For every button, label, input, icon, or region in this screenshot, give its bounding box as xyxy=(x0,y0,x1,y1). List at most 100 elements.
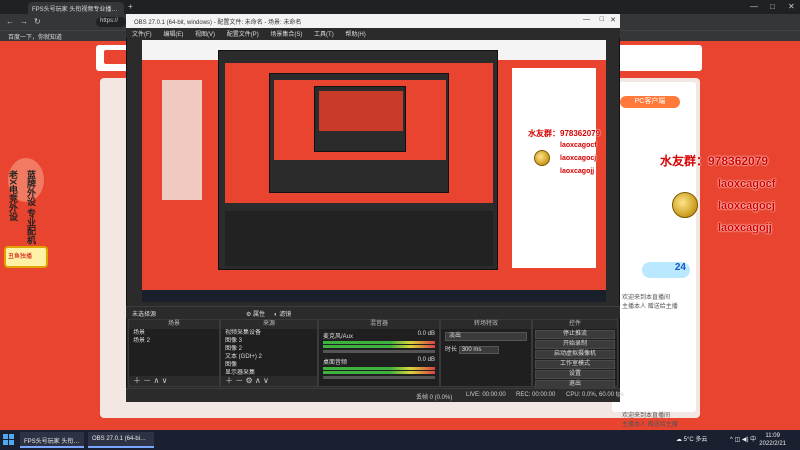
gear-icon[interactable]: ⚙ xyxy=(245,376,252,385)
stop-streaming-button[interactable]: 停止推流 xyxy=(535,330,615,339)
start-virtual-camera-button[interactable]: 启动虚拟摄像机 xyxy=(535,350,615,359)
pc-client-button[interactable]: PC客户端 xyxy=(620,96,680,108)
studio-mode-button[interactable]: 工作室模式 xyxy=(535,360,615,369)
scene-item[interactable]: 场景 xyxy=(129,329,219,337)
overlay-id-3: laoxcagojj xyxy=(718,222,772,234)
overlay-id-small-2: laoxcagocj xyxy=(560,155,597,162)
close-icon[interactable]: ✕ xyxy=(788,2,795,11)
chat-user[interactable]: 主播本人 xyxy=(622,422,646,428)
pc-client-label: PC客户端 xyxy=(634,98,666,105)
refresh-icon[interactable]: ↻ xyxy=(34,17,41,26)
taskbar-clock[interactable]: 11:09 2022/2/21 xyxy=(759,432,786,448)
duration-input[interactable]: 300 ms xyxy=(458,346,499,354)
menu-edit[interactable]: 编辑(E) xyxy=(163,32,183,38)
chat-panel: PC客户端 24 欢迎来到本直播间 主播本人 赠送给主播 欢迎来到本直播间 主播… xyxy=(612,82,696,428)
forward-icon[interactable]: → xyxy=(20,17,28,26)
source-item[interactable]: 图像 2 xyxy=(221,345,317,353)
promo-badge[interactable]: 丑鱼独播 xyxy=(4,246,48,268)
chat-line: 主播本人 赠送给主播 xyxy=(622,301,678,310)
move-up-icon[interactable]: ∧ xyxy=(255,376,261,385)
taskbar-app-browser[interactable]: FPS头号玩家 头衔… xyxy=(20,432,84,448)
bookmark-baidu[interactable]: 百度一下，你就知道 xyxy=(8,32,62,41)
no-source-label: 未选择源 xyxy=(132,312,157,318)
left-banner-text: 老X电竞外设 蓝牌外设 专业配机 xyxy=(8,170,36,245)
scenes-title: 场景 xyxy=(129,320,219,329)
maximize-icon[interactable]: □ xyxy=(770,2,775,11)
nested-obs-3 xyxy=(314,86,406,152)
obs-maximize-icon[interactable]: □ xyxy=(600,16,604,23)
move-up-icon[interactable]: ∧ xyxy=(153,376,159,385)
start-recording-button[interactable]: 开始录制 xyxy=(535,340,615,349)
source-item[interactable]: 文本 (GDI+) 2 xyxy=(221,353,317,361)
move-down-icon[interactable]: ∨ xyxy=(162,376,168,385)
obs-minimize-icon[interactable]: — xyxy=(583,16,590,23)
controls-dock: 控件 停止推流 开始录制 启动虚拟摄像机 工作室模式 设置 退出 xyxy=(532,319,618,389)
menu-tools[interactable]: 工具(T) xyxy=(314,32,334,38)
transition-select[interactable]: 淡出 xyxy=(445,332,527,341)
add-icon[interactable]: ＋ xyxy=(225,376,233,385)
preview-left-banner xyxy=(162,80,202,200)
volume-meter xyxy=(323,367,435,370)
obs-close-icon[interactable]: ✕ xyxy=(610,16,616,24)
rec-timer: REC: 00:00:00 xyxy=(516,392,556,398)
banner-line-1: 老X电竞外设 xyxy=(8,170,18,222)
menu-help[interactable]: 帮助(H) xyxy=(345,32,365,38)
channel-header: 桌面音频 0.0 dB xyxy=(323,357,435,366)
chat-line: 欢迎来到本直播间 xyxy=(622,413,671,419)
transitions-dock: 转场特效 淡出 时长 300 ms xyxy=(440,319,532,387)
settings-button[interactable]: 设置 xyxy=(535,370,615,379)
obs-title: OBS 27.0.1 (64-bit, windows) - 配置文件: 未命名… xyxy=(134,20,302,26)
menu-scene-collection[interactable]: 场景集合(S) xyxy=(270,32,302,38)
menu-profile[interactable]: 配置文件(P) xyxy=(227,32,259,38)
address-bar[interactable]: https:// xyxy=(96,17,126,27)
sources-dock: 来源 视频采集设备 图像 3 图像 2 文本 (GDI+) 2 图像 显示器采集… xyxy=(220,319,318,387)
gold-coin-icon-small xyxy=(534,150,550,166)
input-language[interactable]: 中 xyxy=(750,437,756,443)
nested-docks xyxy=(225,211,493,266)
chevron-up-icon[interactable]: ^ xyxy=(730,437,733,443)
source-label: 图像 3 xyxy=(225,338,243,344)
weather-temp: 5°C xyxy=(683,437,694,443)
mixer-dock: 混音器 麦克风/Aux 0.0 dB 桌面音频 0.0 dB xyxy=(318,319,440,387)
network-icon[interactable]: ◫ xyxy=(735,437,741,443)
channel-name: 桌面音频 xyxy=(323,360,348,366)
volume-meter xyxy=(323,345,435,348)
taskbar-app-label: FPS头号玩家 头衔… xyxy=(24,439,80,445)
level-badge-value: 24 xyxy=(674,262,686,273)
source-item[interactable]: 图像 xyxy=(221,361,317,369)
remove-icon[interactable]: － xyxy=(143,376,151,385)
chat-text: 赠送给主播 xyxy=(647,422,678,428)
remove-icon[interactable]: － xyxy=(235,376,243,385)
menu-file[interactable]: 文件(F) xyxy=(132,32,152,38)
add-icon[interactable]: ＋ xyxy=(133,376,141,385)
tray-icons: ^ ◫ ◀) 中 xyxy=(730,434,756,443)
channel-name: 麦克风/Aux xyxy=(323,334,354,340)
source-item[interactable]: 图像 3 xyxy=(221,337,317,345)
scene-item[interactable]: 场景 2 xyxy=(129,337,219,345)
properties-button[interactable]: ⚙ 属性 xyxy=(246,309,265,318)
volume-slider[interactable] xyxy=(323,376,435,379)
back-icon[interactable]: ← xyxy=(6,17,14,26)
move-down-icon[interactable]: ∨ xyxy=(263,376,269,385)
browser-tab-active[interactable]: FPS头号玩家 头衔视频专业播… xyxy=(28,2,124,14)
properties-label: 属性 xyxy=(253,312,266,318)
volume-icon[interactable]: ◀) xyxy=(742,437,749,443)
volume-slider[interactable] xyxy=(323,350,435,353)
banner-line-2: 蓝牌外设 专业配机 xyxy=(26,170,36,245)
chat-line: 欢迎来到本直播间 xyxy=(622,295,671,301)
obs-preview[interactable] xyxy=(142,40,606,302)
qq-group-text-small: 水友群：978362079 xyxy=(528,129,601,138)
windows-start-icon[interactable] xyxy=(3,434,14,445)
nested-preview-3 xyxy=(319,91,403,131)
menu-view[interactable]: 视图(V) xyxy=(195,32,215,38)
filters-button[interactable]: ◐ 滤镜 xyxy=(274,309,291,318)
weather-widget[interactable]: ☁ 5°C 多云 xyxy=(676,434,707,443)
cloud-icon: ☁ xyxy=(676,437,682,443)
new-tab-button[interactable]: + xyxy=(128,2,133,11)
minimize-icon[interactable]: — xyxy=(750,2,758,11)
source-item[interactable]: 视频采集设备 xyxy=(221,329,317,337)
browser-window-controls: — □ ✕ xyxy=(622,2,800,14)
source-label: 视频采集设备 xyxy=(225,330,262,336)
chat-user[interactable]: 主播本人 xyxy=(622,304,646,310)
taskbar-app-obs[interactable]: OBS 27.0.1 (64-bi… xyxy=(88,432,154,448)
